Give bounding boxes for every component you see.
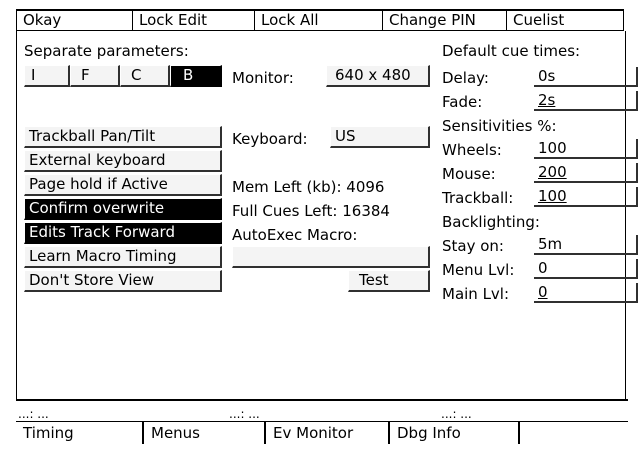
monitor-label: Monitor: — [232, 69, 294, 87]
status-slot-1: ...: ... — [18, 407, 49, 421]
fade-field[interactable]: 2s — [534, 91, 638, 111]
keyboard-label: Keyboard: — [232, 130, 308, 148]
stay-on-label: Stay on: — [442, 237, 504, 255]
ev-monitor-tab[interactable]: Ev Monitor — [266, 422, 390, 444]
top-menu-bar: Okay Lock Edit Lock All Change PIN Cueli… — [16, 9, 624, 31]
delay-field[interactable]: 0s — [534, 67, 638, 87]
param-b-button[interactable]: B — [170, 65, 222, 87]
keyboard-layout-button[interactable]: US — [330, 126, 430, 148]
trackball-label: Trackball: — [442, 189, 514, 207]
okay-button[interactable]: Okay — [17, 11, 133, 31]
confirm-overwrite-toggle[interactable]: Confirm overwrite — [24, 198, 222, 220]
change-pin-button[interactable]: Change PIN — [383, 11, 507, 31]
learn-macro-timing-toggle[interactable]: Learn Macro Timing — [24, 246, 222, 268]
autoexec-macro-label: AutoExec Macro: — [232, 226, 358, 244]
backlighting-label: Backlighting: — [442, 213, 540, 231]
mouse-label: Mouse: — [442, 165, 496, 183]
mouse-field[interactable]: 200 — [534, 163, 638, 183]
param-i-button[interactable]: I — [24, 65, 70, 87]
page-hold-if-active-toggle[interactable]: Page hold if Active — [24, 174, 222, 196]
external-keyboard-toggle[interactable]: External keyboard — [24, 150, 222, 172]
timing-tab[interactable]: Timing — [16, 422, 144, 444]
wheels-field[interactable]: 100 — [534, 139, 638, 159]
full-cues-left-readout: Full Cues Left: 16384 — [232, 202, 390, 220]
fade-label: Fade: — [442, 93, 483, 111]
trackball-pan-tilt-toggle[interactable]: Trackball Pan/Tilt — [24, 126, 222, 148]
monitor-resolution-button[interactable]: 640 x 480 — [326, 65, 430, 87]
trackball-field[interactable]: 100 — [534, 187, 638, 207]
wheels-label: Wheels: — [442, 141, 502, 159]
param-f-button[interactable]: F — [70, 65, 120, 87]
autoexec-macro-field[interactable] — [232, 246, 430, 268]
main-lvl-label: Main Lvl: — [442, 285, 510, 303]
empty-tab[interactable] — [520, 422, 628, 444]
mem-left-readout: Mem Left (kb): 4096 — [232, 178, 385, 196]
lock-edit-button[interactable]: Lock Edit — [133, 11, 255, 31]
menu-lvl-label: Menu Lvl: — [442, 261, 515, 279]
param-c-button[interactable]: C — [120, 65, 170, 87]
sensitivities-label: Sensitivities %: — [442, 117, 557, 135]
status-slot-3: ...: ... — [441, 407, 472, 421]
menus-tab[interactable]: Menus — [144, 422, 266, 444]
separate-parameters-label: Separate parameters: — [24, 42, 189, 60]
bottom-menu-bar: Timing Menus Ev Monitor Dbg Info — [16, 422, 628, 444]
delay-label: Delay: — [442, 69, 489, 87]
edits-track-forward-toggle[interactable]: Edits Track Forward — [24, 222, 222, 244]
stay-on-field[interactable]: 5m — [534, 235, 638, 255]
test-button[interactable]: Test — [348, 270, 430, 292]
main-lvl-field[interactable]: 0 — [534, 283, 638, 303]
status-slot-2: ...: ... — [229, 407, 260, 421]
lock-all-button[interactable]: Lock All — [255, 11, 383, 31]
dbg-info-tab[interactable]: Dbg Info — [390, 422, 520, 444]
status-separator — [16, 399, 628, 401]
default-cue-times-label: Default cue times: — [442, 42, 581, 60]
cuelist-button[interactable]: Cuelist — [507, 11, 623, 31]
menu-lvl-field[interactable]: 0 — [534, 259, 638, 279]
dont-store-view-toggle[interactable]: Don't Store View — [24, 270, 222, 292]
